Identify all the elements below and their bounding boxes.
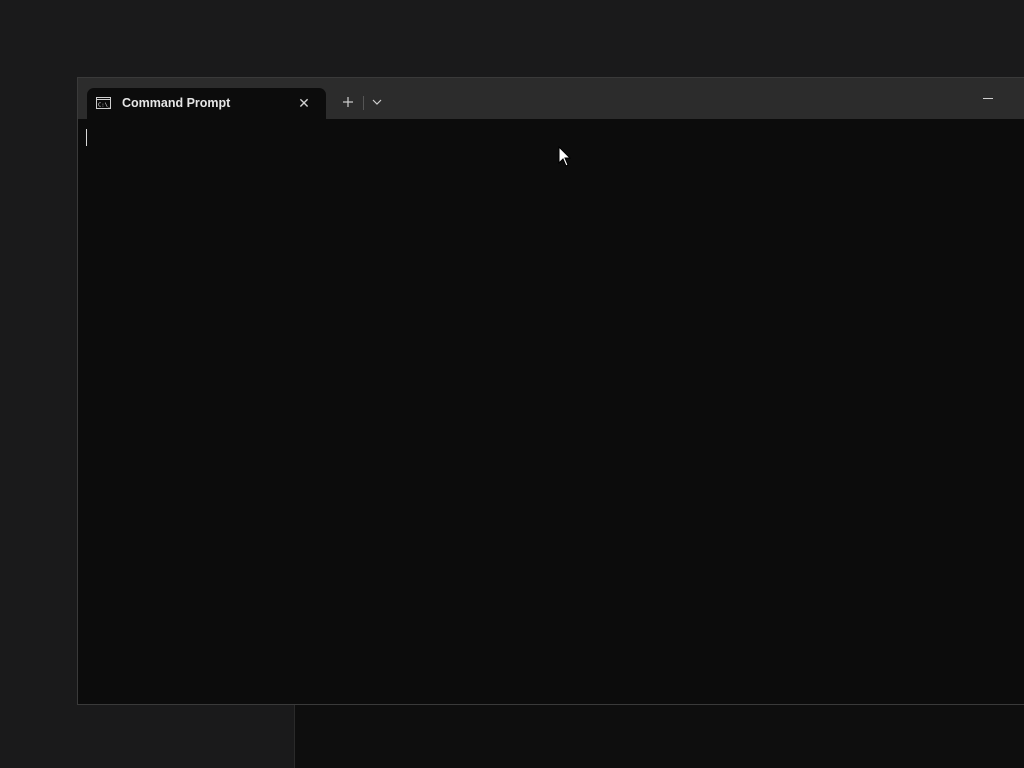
command-prompt-icon: C:\_ xyxy=(96,97,111,109)
mouse-pointer-icon xyxy=(558,146,572,167)
tab-separator xyxy=(363,96,364,110)
tab-command-prompt[interactable]: C:\_ Command Prompt ✕ xyxy=(87,88,326,119)
terminal-window: C:\_ Command Prompt ✕ xyxy=(77,77,1024,705)
text-cursor xyxy=(86,129,87,146)
desktop: C:\_ Command Prompt ✕ xyxy=(0,0,1024,768)
minimize-icon[interactable] xyxy=(973,88,1003,110)
background-window[interactable] xyxy=(294,705,1024,768)
console-output[interactable] xyxy=(78,119,1024,704)
close-tab-icon[interactable]: ✕ xyxy=(296,95,312,111)
svg-text:C:\_: C:\_ xyxy=(98,103,111,109)
title-bar[interactable]: C:\_ Command Prompt ✕ xyxy=(78,78,1024,119)
chevron-down-icon[interactable] xyxy=(367,91,387,113)
plus-icon[interactable] xyxy=(336,91,360,113)
tab-title: Command Prompt xyxy=(122,96,231,110)
